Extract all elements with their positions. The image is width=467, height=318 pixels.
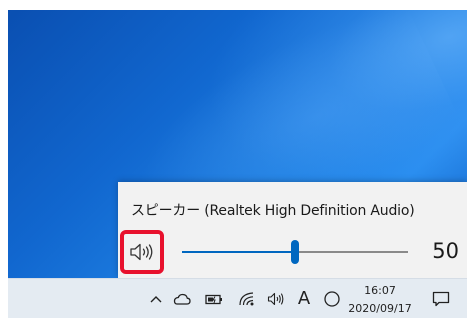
- wifi-icon[interactable]: [236, 289, 258, 309]
- volume-value: 50: [432, 239, 459, 263]
- speaker-icon[interactable]: [265, 289, 287, 309]
- volume-slider[interactable]: [182, 240, 408, 264]
- ime-mode-icon[interactable]: A: [294, 288, 314, 309]
- taskbar: A 16:07 2020/09/17: [8, 278, 467, 318]
- mute-toggle-button[interactable]: [120, 230, 164, 274]
- audio-device-name[interactable]: スピーカー (Realtek High Definition Audio): [131, 200, 415, 220]
- chevron-up-icon[interactable]: [145, 289, 167, 309]
- speaker-icon: [130, 243, 153, 261]
- volume-slider-thumb[interactable]: [291, 240, 299, 264]
- clock-date: 2020/09/17: [348, 302, 412, 315]
- system-clock[interactable]: 16:07 2020/09/17: [345, 283, 415, 316]
- volume-flyout: スピーカー (Realtek High Definition Audio) 50: [118, 182, 467, 278]
- volume-slider-fill: [182, 251, 295, 253]
- night-light-icon[interactable]: [321, 289, 343, 309]
- onedrive-cloud-icon[interactable]: [171, 289, 193, 309]
- clock-time: 16:07: [364, 284, 396, 297]
- battery-charging-icon[interactable]: [203, 289, 225, 309]
- notification-center-icon[interactable]: [430, 289, 452, 309]
- screen: スピーカー (Realtek High Definition Audio) 50: [8, 10, 467, 318]
